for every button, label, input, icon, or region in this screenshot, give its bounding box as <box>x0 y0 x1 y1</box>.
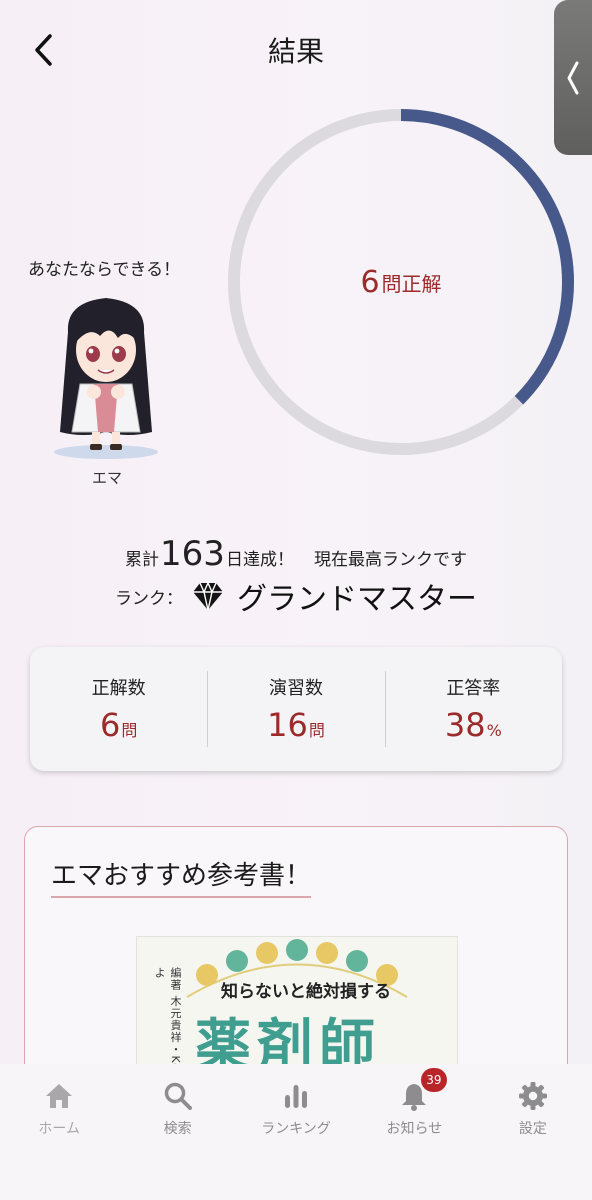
streak-line: 累計163日達成！ 現在最高ランクです <box>0 534 592 574</box>
streak-prefix: 累計 <box>125 550 160 570</box>
stat-title: 演習数 <box>268 678 323 699</box>
gear-icon <box>517 1080 549 1112</box>
stat-accuracy: 正答率 38% <box>384 647 562 771</box>
home-icon <box>43 1080 75 1112</box>
rank-name: グランドマスター <box>237 582 477 617</box>
nav-label: お知らせ <box>386 1121 443 1137</box>
streak-days: 163 <box>160 534 225 574</box>
ranking-icon <box>280 1080 312 1112</box>
chevron-left-icon <box>567 61 579 94</box>
notice-badge: 39 <box>421 1068 447 1092</box>
recommend-title: エマおすすめ参考書！ <box>51 855 312 898</box>
header: 結果 <box>0 0 592 155</box>
stat-value: 16問 <box>267 706 325 744</box>
book-subtitle: 知らないと絶対損する <box>221 982 391 1002</box>
stats-card: 正解数 6問 演習数 16問 正答率 38% <box>30 647 562 771</box>
nav-home[interactable]: ホーム <box>0 1064 118 1200</box>
rank-note: 現在最高ランクです <box>313 550 467 570</box>
bottom-nav: ホーム 検索 ランキング 39 お知らせ 設定 <box>0 1064 592 1200</box>
nav-settings[interactable]: 設定 <box>474 1064 592 1200</box>
nav-label: 検索 <box>163 1121 192 1137</box>
stat-value: 6問 <box>99 706 138 744</box>
stat-value: 38% <box>444 706 502 744</box>
stat-title: 正答率 <box>446 678 501 699</box>
rank-row: ランク： グランドマスター <box>0 574 592 618</box>
nav-label: 設定 <box>518 1121 547 1137</box>
rank-label: ランク： <box>115 588 183 609</box>
nav-ranking[interactable]: ランキング <box>237 1064 355 1200</box>
nav-label: ランキング <box>261 1121 331 1137</box>
streak-suffix: 日達成！ <box>225 550 294 570</box>
encourage-message: あなたならできる！ <box>28 260 181 280</box>
stat-attempts: 演習数 16問 <box>207 647 384 771</box>
diamond-icon <box>193 581 223 611</box>
page-title: 結果 <box>267 35 324 68</box>
stat-correct: 正解数 6問 <box>30 647 207 771</box>
character-name: エマ <box>91 469 122 487</box>
nav-label: ホーム <box>38 1121 80 1137</box>
search-icon <box>162 1080 194 1112</box>
score-donut <box>228 109 574 455</box>
character-illustration <box>54 298 158 459</box>
nav-search[interactable]: 検索 <box>118 1064 236 1200</box>
stat-title: 正解数 <box>91 678 146 699</box>
nav-notice[interactable]: 39 お知らせ <box>355 1064 473 1200</box>
